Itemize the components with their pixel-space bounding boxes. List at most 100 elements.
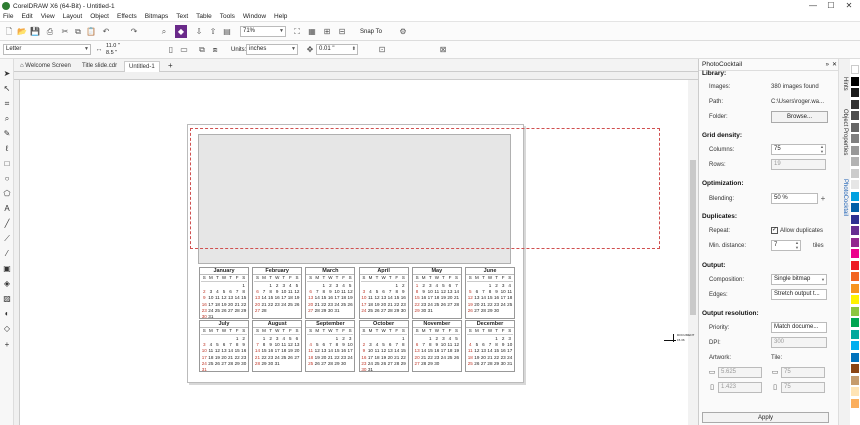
outline-tool-icon[interactable]: ◐ [2, 309, 12, 319]
crop-tool-icon[interactable]: ⌗ [2, 99, 12, 109]
horizontal-ruler[interactable] [14, 72, 698, 80]
current-page-icon[interactable]: ⧈ [209, 43, 221, 56]
fill-tool-icon[interactable]: ◈ [2, 279, 12, 289]
tab-photococktail[interactable]: PhotoCocktail [840, 179, 850, 216]
page-height-field[interactable]: 8.5 " [104, 50, 142, 57]
menu-view[interactable]: View [41, 13, 55, 20]
color-swatch[interactable] [851, 65, 859, 74]
paste-icon[interactable]: 📋 [85, 25, 97, 38]
color-swatch[interactable] [851, 398, 859, 408]
menu-window[interactable]: Window [243, 13, 266, 20]
selection-bounding-box[interactable] [190, 128, 660, 249]
color-swatch[interactable] [851, 283, 859, 293]
copy-icon[interactable]: ⧉ [72, 25, 84, 38]
search-content-icon[interactable]: ⌕ [158, 25, 170, 38]
add-tool-icon[interactable]: + [2, 340, 12, 350]
menu-bitmaps[interactable]: Bitmaps [145, 13, 168, 20]
docker-menu-icon[interactable]: » [826, 59, 829, 71]
maximize-button[interactable]: ☐ [824, 0, 838, 11]
color-swatch[interactable] [851, 99, 859, 109]
new-document-icon[interactable]: 🗋 [3, 25, 15, 38]
columns-field[interactable]: 75 ▲ ▼ [771, 144, 826, 155]
edges-select[interactable]: Stretch output t... [771, 289, 827, 300]
docker-close-icon[interactable]: ✕ [832, 59, 837, 71]
landscape-icon[interactable]: ▭ [178, 43, 190, 56]
menu-file[interactable]: File [3, 13, 13, 20]
artistic-media-icon[interactable]: ℓ [2, 144, 12, 154]
tab-hints[interactable]: Hints [840, 77, 850, 91]
color-swatch[interactable] [851, 226, 859, 235]
transparency-tool-icon[interactable]: ▣ [2, 264, 12, 274]
spin-icon[interactable]: ⬍ [352, 45, 356, 54]
zoom-tool-icon[interactable]: ⌕ [2, 114, 12, 124]
polygon-tool-icon[interactable]: ⬠ [2, 189, 12, 199]
undo-icon[interactable]: ↶ [100, 25, 112, 38]
menu-edit[interactable]: Edit [21, 13, 32, 20]
options-gear-icon[interactable]: ⚙ [397, 25, 409, 38]
color-swatch[interactable] [851, 134, 859, 143]
freehand-tool-icon[interactable]: ✎ [2, 129, 12, 139]
color-swatch[interactable] [851, 111, 859, 120]
menu-tools[interactable]: Tools [220, 13, 235, 20]
color-swatch[interactable] [851, 145, 859, 155]
ellipse-tool-icon[interactable]: ○ [2, 174, 12, 184]
open-icon[interactable]: 📂 [16, 25, 28, 38]
tab-object-properties[interactable]: Object Properties [840, 109, 850, 155]
eyedropper-tool-icon[interactable]: ⁄ [2, 249, 12, 259]
color-swatch[interactable] [851, 387, 859, 396]
blending-add-icon[interactable]: + [818, 192, 828, 205]
menu-layout[interactable]: Layout [63, 13, 83, 20]
menu-effects[interactable]: Effects [117, 13, 137, 20]
tab-title-slide[interactable]: Title slide.cdr [78, 61, 121, 72]
show-guidelines-icon[interactable]: ⊟ [336, 25, 348, 38]
color-swatch[interactable] [851, 237, 859, 247]
smart-fill-icon[interactable]: ▨ [2, 294, 12, 304]
shape-tool-icon[interactable]: ↖ [2, 84, 12, 94]
blending-field[interactable]: 50 % [771, 193, 818, 204]
color-swatch[interactable] [851, 341, 859, 350]
color-swatch[interactable] [851, 375, 859, 385]
color-swatch[interactable] [851, 76, 859, 86]
min-distance-spin-icon[interactable]: ▲ ▼ [795, 240, 799, 250]
color-swatch[interactable] [851, 88, 859, 97]
color-swatch[interactable] [851, 318, 859, 327]
color-swatch[interactable] [851, 180, 859, 189]
scrollbar-thumb[interactable] [690, 160, 696, 315]
tab-untitled-1[interactable]: Untitled-1 [124, 61, 160, 72]
show-rulers-icon[interactable]: ▦ [306, 25, 318, 38]
duplicate-distance-icon[interactable]: ⊡ [376, 43, 388, 56]
snap-to-dropdown[interactable]: Snap To [360, 27, 382, 37]
color-swatch[interactable] [851, 306, 859, 316]
publish-pdf-icon[interactable]: ▤ [221, 25, 233, 38]
add-tab-icon[interactable]: + [164, 61, 177, 72]
zoom-combo[interactable]: 71% ▼ [240, 26, 286, 37]
import-icon[interactable]: ⇩ [193, 25, 205, 38]
allow-duplicates-checkbox[interactable]: ✓ [771, 227, 778, 234]
color-swatch[interactable] [851, 168, 859, 178]
all-pages-icon[interactable]: ⧉ [196, 43, 208, 56]
portrait-icon[interactable]: ▯ [165, 43, 177, 56]
columns-spin-icon[interactable]: ▲ ▼ [820, 144, 824, 154]
composition-select[interactable]: Single bitmap ▼ [771, 274, 827, 285]
pick-tool-icon[interactable]: ➤ [2, 69, 12, 79]
close-button[interactable]: ✕ [842, 0, 856, 11]
full-screen-icon[interactable]: ⛶ [291, 25, 303, 38]
rectangle-tool-icon[interactable]: □ [2, 159, 12, 169]
nudge-field[interactable]: 0.01 " ⬍ [316, 44, 358, 55]
browse-button[interactable]: Browse... [771, 111, 828, 123]
cut-icon[interactable]: ✂ [59, 25, 71, 38]
menu-object[interactable]: Object [90, 13, 109, 20]
color-swatch[interactable] [851, 191, 859, 201]
export-icon[interactable]: ⇧ [207, 25, 219, 38]
menu-text[interactable]: Text [176, 13, 188, 20]
dimension-tool-icon[interactable]: ⟋ [2, 234, 12, 244]
tab-welcome-screen[interactable]: ⌂ Welcome Screen [16, 61, 75, 72]
vertical-scrollbar[interactable] [688, 80, 698, 425]
text-tool-icon[interactable]: A [2, 204, 12, 214]
apply-button[interactable]: Apply [702, 412, 829, 423]
corel-connect-icon[interactable]: ◆ [175, 25, 187, 38]
color-swatch[interactable] [851, 157, 859, 166]
color-swatch[interactable] [851, 214, 859, 224]
redo-icon[interactable]: ↷ [128, 25, 140, 38]
menu-table[interactable]: Table [196, 13, 212, 20]
